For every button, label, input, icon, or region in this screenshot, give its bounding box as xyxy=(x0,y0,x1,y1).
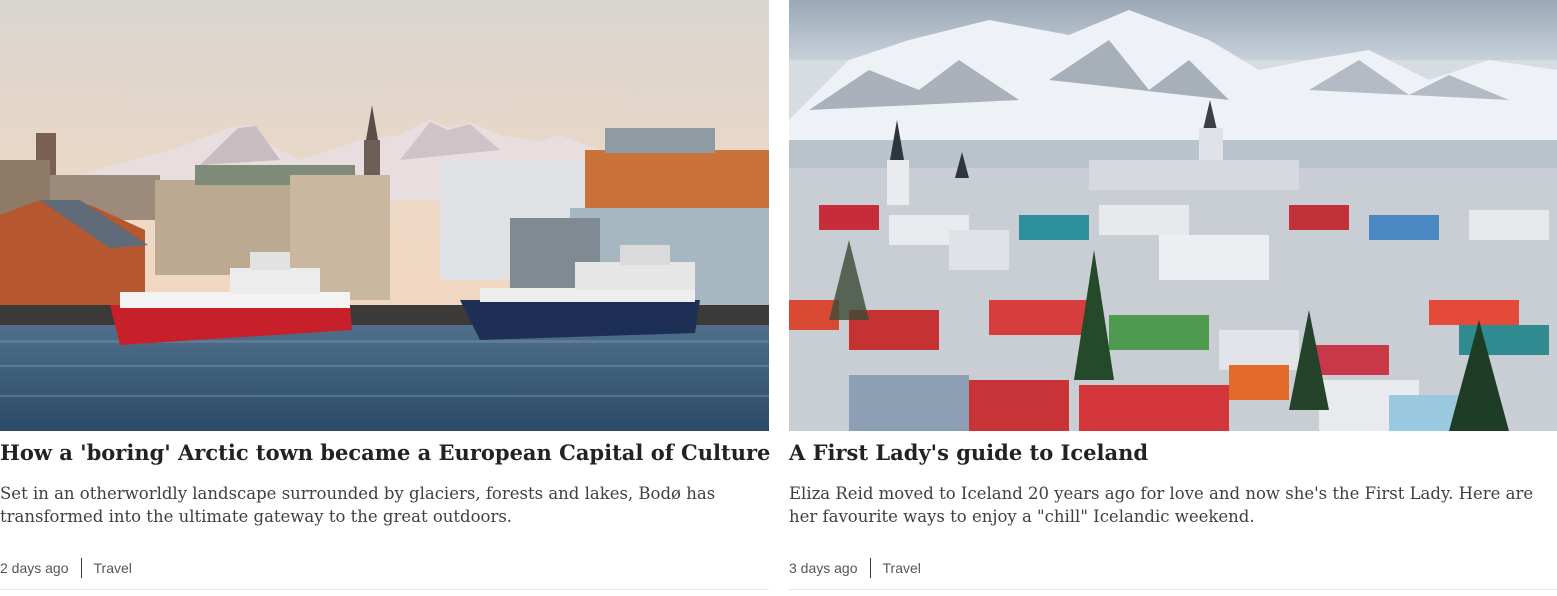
meta-divider xyxy=(869,558,871,578)
story-headline[interactable]: A First Lady's guide to Iceland xyxy=(789,438,1557,468)
story-image-bodo-harbour[interactable] xyxy=(0,0,769,431)
card-bottom-rule xyxy=(0,589,769,590)
story-timestamp: 3 days ago xyxy=(789,560,858,576)
story-card-bodo[interactable]: How a 'boring' Arctic town became a Euro… xyxy=(0,0,770,596)
story-headline[interactable]: How a 'boring' Arctic town became a Euro… xyxy=(0,438,770,468)
card-bottom-rule xyxy=(789,589,1557,590)
story-timestamp: 2 days ago xyxy=(0,560,69,576)
story-meta: 2 days ago Travel xyxy=(0,557,132,579)
story-category-link[interactable]: Travel xyxy=(883,560,921,576)
story-grid: How a 'boring' Arctic town became a Euro… xyxy=(0,0,1557,596)
story-category-link[interactable]: Travel xyxy=(94,560,132,576)
story-image-reykjavik-city[interactable] xyxy=(789,0,1557,431)
meta-divider xyxy=(80,558,82,578)
story-card-iceland[interactable]: A First Lady's guide to Iceland Eliza Re… xyxy=(789,0,1557,596)
story-summary: Set in an otherworldly landscape surroun… xyxy=(0,484,716,526)
story-meta: 3 days ago Travel xyxy=(789,557,921,579)
story-summary: Eliza Reid moved to Iceland 20 years ago… xyxy=(789,484,1534,526)
